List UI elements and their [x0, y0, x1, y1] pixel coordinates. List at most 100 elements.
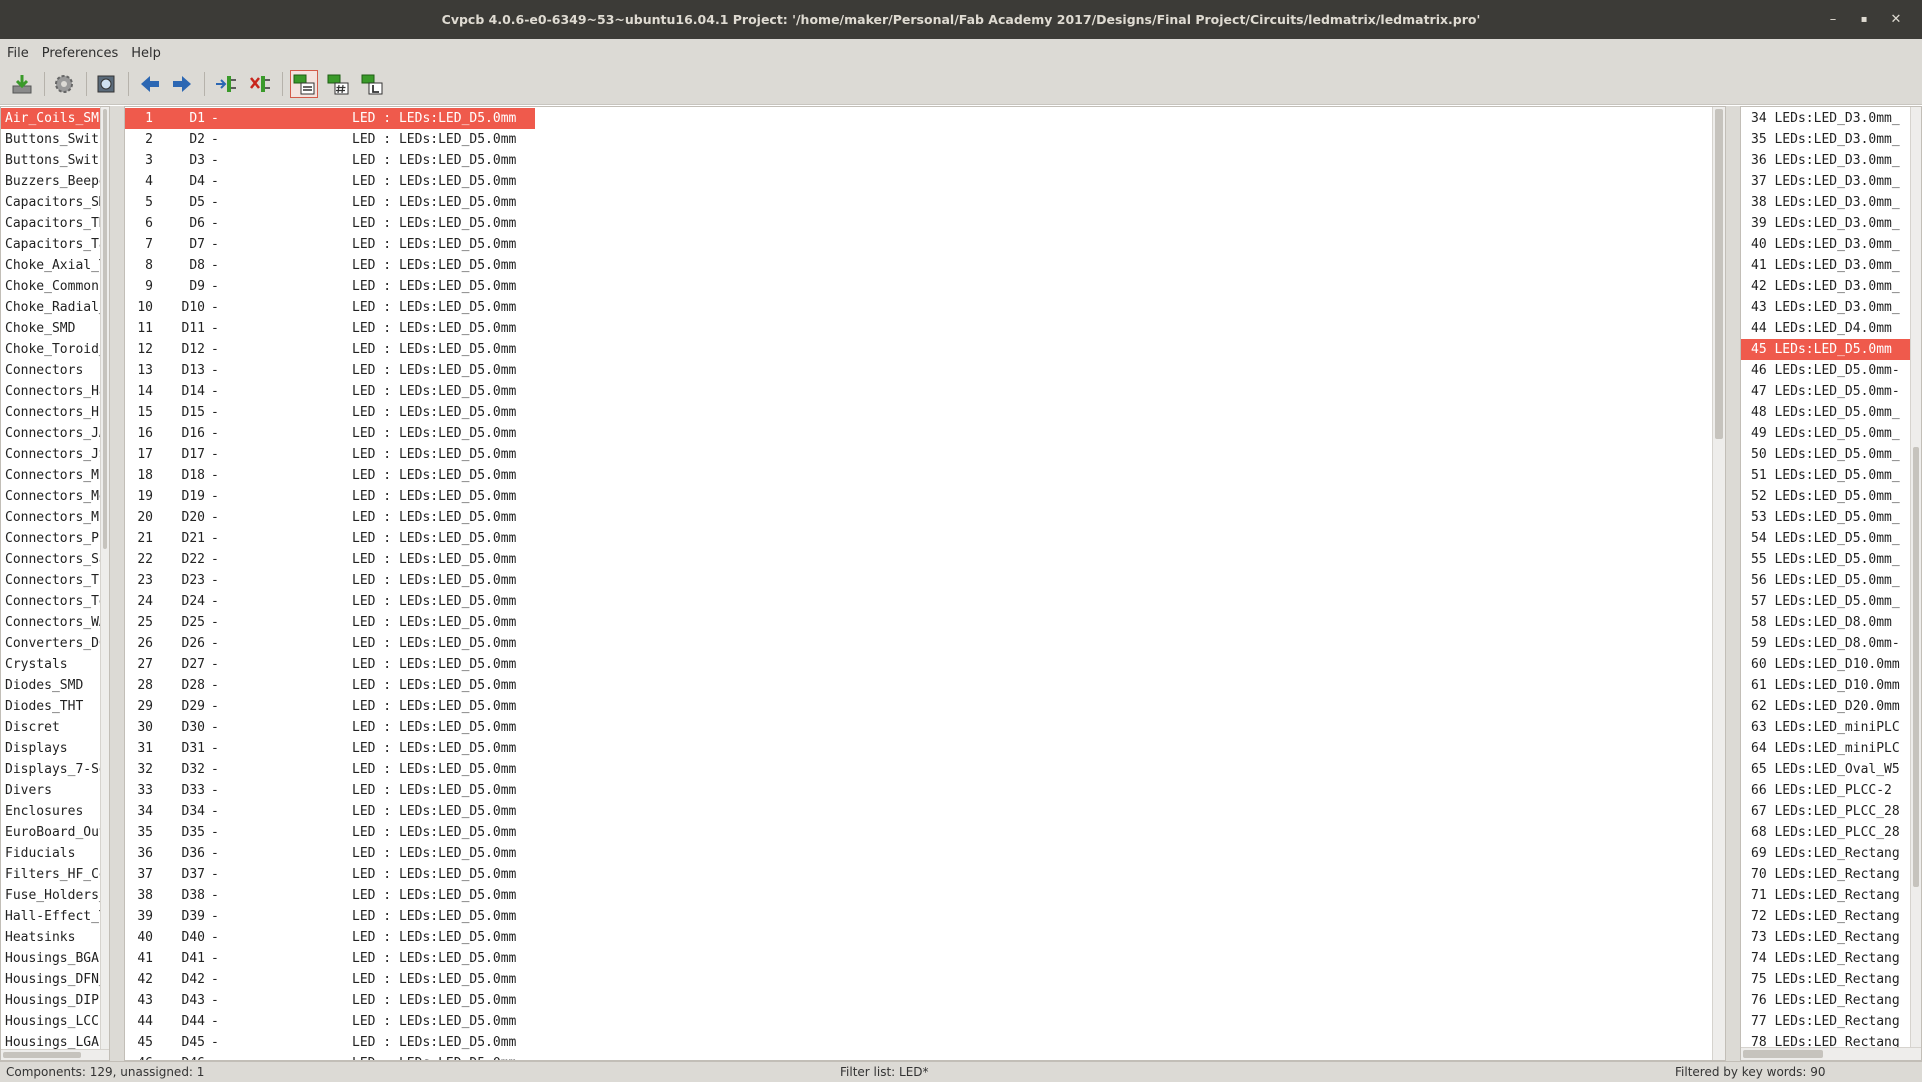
library-item[interactable]: Choke_Radial_ [1, 297, 107, 318]
component-row[interactable]: 9 D9- LED : LEDs:LED_D5.0mm [125, 276, 535, 297]
footprint-item[interactable]: 68 LEDs:LED_PLCC_28 [1741, 822, 1917, 843]
preferences-button[interactable] [50, 70, 78, 98]
footprint-item[interactable]: 58 LEDs:LED_D8.0mm [1741, 612, 1917, 633]
footprint-item[interactable]: 72 LEDs:LED_Rectang [1741, 906, 1917, 927]
next-component-button[interactable] [168, 70, 196, 98]
footprint-list-hscroll-thumb[interactable] [1743, 1050, 1823, 1058]
library-item[interactable]: Choke_Common- [1, 276, 107, 297]
footprint-item[interactable]: 38 LEDs:LED_D3.0mm_ [1741, 192, 1917, 213]
library-item[interactable]: Capacitors_Ta [1, 234, 107, 255]
component-row[interactable]: 4 D4- LED : LEDs:LED_D5.0mm [125, 171, 535, 192]
library-item[interactable]: Housings_DFN_ [1, 969, 107, 990]
menu-file[interactable]: File [7, 39, 29, 65]
filter-by-library-button[interactable] [358, 70, 386, 98]
footprint-list[interactable]: 34 LEDs:LED_D3.0mm_ 35 LEDs:LED_D3.0mm_ 36… [1740, 106, 1922, 1061]
library-item[interactable]: Connectors_Mi [1, 465, 107, 486]
library-item[interactable]: Converters_DC [1, 633, 107, 654]
component-row[interactable]: 36 D36- LED : LEDs:LED_D5.0mm [125, 843, 535, 864]
library-item[interactable]: Buttons_Switc [1, 129, 107, 150]
component-row[interactable]: 11 D11- LED : LEDs:LED_D5.0mm [125, 318, 535, 339]
footprint-item[interactable]: 73 LEDs:LED_Rectang [1741, 927, 1917, 948]
footprint-item[interactable]: 67 LEDs:LED_PLCC_28 [1741, 801, 1917, 822]
component-row[interactable]: 8 D8- LED : LEDs:LED_D5.0mm [125, 255, 535, 276]
library-item[interactable]: Connectors_Mu [1, 507, 107, 528]
component-row[interactable]: 26 D26- LED : LEDs:LED_D5.0mm [125, 633, 535, 654]
library-item[interactable]: Connectors_Ph [1, 528, 107, 549]
footprint-item[interactable]: 40 LEDs:LED_D3.0mm_ [1741, 234, 1917, 255]
footprint-item[interactable]: 55 LEDs:LED_D5.0mm_ [1741, 549, 1917, 570]
component-row[interactable]: 30 D30- LED : LEDs:LED_D5.0mm [125, 717, 535, 738]
footprint-item[interactable]: 65 LEDs:LED_Oval_W5 [1741, 759, 1917, 780]
component-row[interactable]: 16 D16- LED : LEDs:LED_D5.0mm [125, 423, 535, 444]
component-row[interactable]: 46 D46- LED : LEDs:LED_D5.0mm [125, 1053, 535, 1060]
library-item[interactable]: Choke_SMD [1, 318, 107, 339]
footprint-item[interactable]: 75 LEDs:LED_Rectang [1741, 969, 1917, 990]
view-footprint-button[interactable] [92, 70, 120, 98]
component-row[interactable]: 43 D43- LED : LEDs:LED_D5.0mm [125, 990, 535, 1011]
component-row[interactable]: 41 D41- LED : LEDs:LED_D5.0mm [125, 948, 535, 969]
library-item[interactable]: Filters_HF_Co [1, 864, 107, 885]
component-row[interactable]: 20 D20- LED : LEDs:LED_D5.0mm [125, 507, 535, 528]
footprint-item[interactable]: 71 LEDs:LED_Rectang [1741, 885, 1917, 906]
component-row[interactable]: 19 D19- LED : LEDs:LED_D5.0mm [125, 486, 535, 507]
footprint-item[interactable]: 47 LEDs:LED_D5.0mm- [1741, 381, 1917, 402]
component-row[interactable]: 14 D14- LED : LEDs:LED_D5.0mm [125, 381, 535, 402]
save-netlist-button[interactable] [8, 70, 36, 98]
footprint-item[interactable]: 54 LEDs:LED_D5.0mm_ [1741, 528, 1917, 549]
auto-associate-button[interactable] [212, 70, 240, 98]
footprint-item[interactable]: 66 LEDs:LED_PLCC-2 [1741, 780, 1917, 801]
library-item[interactable]: Housings_DIP [1, 990, 107, 1011]
footprint-item[interactable]: 61 LEDs:LED_D10.0mm [1741, 675, 1917, 696]
maximize-button[interactable]: ▪ [1849, 0, 1879, 39]
component-row[interactable]: 12 D12- LED : LEDs:LED_D5.0mm [125, 339, 535, 360]
library-item[interactable]: Air_Coils_SML [1, 108, 107, 129]
footprint-item[interactable]: 46 LEDs:LED_D5.0mm- [1741, 360, 1917, 381]
library-item[interactable]: Connectors_Hi [1, 402, 107, 423]
footprint-item[interactable]: 50 LEDs:LED_D5.0mm_ [1741, 444, 1917, 465]
component-row[interactable]: 21 D21- LED : LEDs:LED_D5.0mm [125, 528, 535, 549]
component-row[interactable]: 1 D1- LED : LEDs:LED_D5.0mm [125, 108, 535, 129]
library-item[interactable]: Crystals [1, 654, 107, 675]
component-row[interactable]: 44 D44- LED : LEDs:LED_D5.0mm [125, 1011, 535, 1032]
library-item[interactable]: Heatsinks [1, 927, 107, 948]
component-row[interactable]: 35 D35- LED : LEDs:LED_D5.0mm [125, 822, 535, 843]
library-item[interactable]: EuroBoard_Out [1, 822, 107, 843]
component-row[interactable]: 25 D25- LED : LEDs:LED_D5.0mm [125, 612, 535, 633]
library-item[interactable]: Connectors_JS [1, 444, 107, 465]
component-row[interactable]: 37 D37- LED : LEDs:LED_D5.0mm [125, 864, 535, 885]
component-row[interactable]: 15 D15- LED : LEDs:LED_D5.0mm [125, 402, 535, 423]
footprint-item[interactable]: 77 LEDs:LED_Rectang [1741, 1011, 1917, 1032]
component-row[interactable]: 27 D27- LED : LEDs:LED_D5.0mm [125, 654, 535, 675]
component-row[interactable]: 2 D2- LED : LEDs:LED_D5.0mm [125, 129, 535, 150]
component-row[interactable]: 32 D32- LED : LEDs:LED_D5.0mm [125, 759, 535, 780]
close-button[interactable]: ✕ [1881, 0, 1911, 39]
footprint-item[interactable]: 37 LEDs:LED_D3.0mm_ [1741, 171, 1917, 192]
library-item[interactable]: Connectors_Mo [1, 486, 107, 507]
filter-by-keyword-button[interactable] [290, 70, 318, 98]
library-item[interactable]: Choke_Axial_T [1, 255, 107, 276]
footprint-item[interactable]: 76 LEDs:LED_Rectang [1741, 990, 1917, 1011]
component-row[interactable]: 29 D29- LED : LEDs:LED_D5.0mm [125, 696, 535, 717]
library-item[interactable]: Discret [1, 717, 107, 738]
footprint-item[interactable]: 59 LEDs:LED_D8.0mm- [1741, 633, 1917, 654]
library-item[interactable]: Displays [1, 738, 107, 759]
footprint-item[interactable]: 74 LEDs:LED_Rectang [1741, 948, 1917, 969]
library-list[interactable]: Air_Coils_SML Buttons_Switc Buttons_Switc B… [0, 106, 110, 1061]
component-row[interactable]: 5 D5- LED : LEDs:LED_D5.0mm [125, 192, 535, 213]
footprint-item[interactable]: 34 LEDs:LED_D3.0mm_ [1741, 108, 1917, 129]
footprint-item[interactable]: 62 LEDs:LED_D20.0mm [1741, 696, 1917, 717]
library-item[interactable]: Hall-Effect_T [1, 906, 107, 927]
library-item[interactable]: Capacitors_SM [1, 192, 107, 213]
footprint-item[interactable]: 49 LEDs:LED_D5.0mm_ [1741, 423, 1917, 444]
minimize-button[interactable]: – [1818, 0, 1848, 39]
library-item[interactable]: Connectors [1, 360, 107, 381]
library-item[interactable]: Connectors_Sa [1, 549, 107, 570]
library-list-vscroll-thumb[interactable] [103, 109, 107, 549]
delete-associations-button[interactable] [246, 70, 274, 98]
library-item[interactable]: Fuse_Holders_ [1, 885, 107, 906]
library-list-hscroll[interactable] [1, 1049, 109, 1060]
library-item[interactable]: Displays_7-Se [1, 759, 107, 780]
component-list[interactable]: 1 D1- LED : LEDs:LED_D5.0mm 2 D2- LED : LEDs:… [124, 106, 1726, 1061]
filter-by-pin-count-button[interactable] [324, 70, 352, 98]
component-row[interactable]: 23 D23- LED : LEDs:LED_D5.0mm [125, 570, 535, 591]
